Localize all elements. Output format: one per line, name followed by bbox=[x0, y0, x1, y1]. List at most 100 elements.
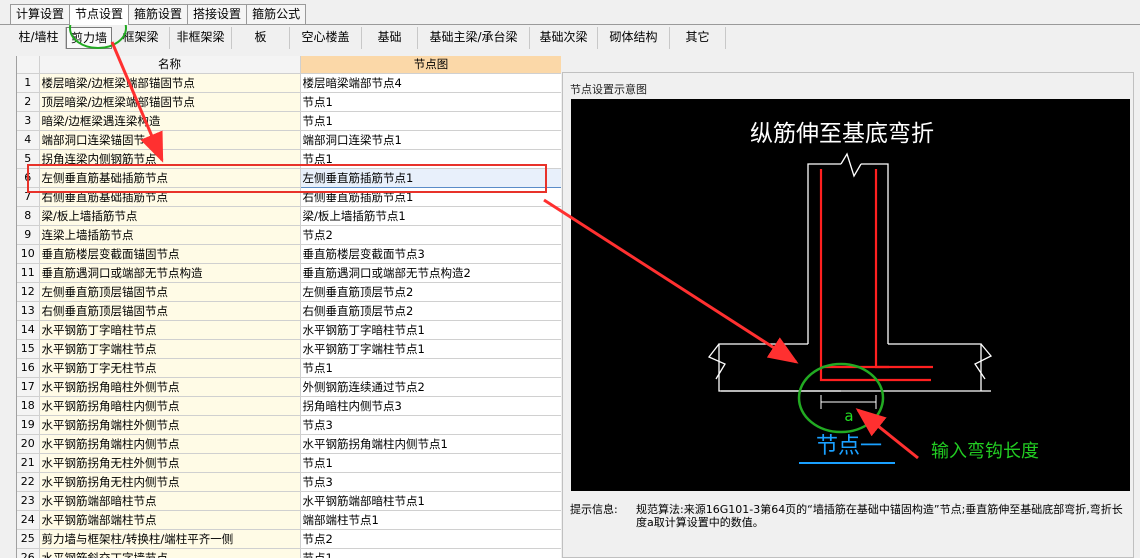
sub-tab-4[interactable]: 板 bbox=[232, 27, 290, 49]
row-node[interactable]: 节点1 bbox=[300, 92, 561, 112]
sub-tab-1[interactable]: 剪力墙 bbox=[66, 27, 112, 49]
row-node[interactable]: 左侧垂直筋插筋节点1 bbox=[299, 167, 561, 188]
row-node[interactable]: 水平钢筋丁字暗柱节点1 bbox=[300, 320, 561, 340]
table-row[interactable]: 18 水平钢筋拐角暗柱内侧节点 拐角暗柱内侧节点3 bbox=[17, 396, 561, 416]
table-row[interactable]: 3 暗梁/边框梁遇连梁构造 节点1 bbox=[17, 111, 561, 131]
row-node[interactable]: 节点2 bbox=[300, 529, 561, 549]
table-row[interactable]: 5 拐角连梁内侧钢筋节点 节点1 bbox=[17, 149, 561, 169]
sub-tab-0[interactable]: 柱/墙柱 bbox=[12, 27, 66, 49]
row-node[interactable]: 水平钢筋拐角端柱内侧节点1 bbox=[300, 434, 561, 454]
table-row[interactable]: 11 垂直筋遇洞口或端部无节点构造 垂直筋遇洞口或端部无节点构造2 bbox=[17, 263, 561, 283]
row-node[interactable]: 端部洞口连梁节点1 bbox=[300, 130, 561, 150]
table-row[interactable]: 24 水平钢筋端部端柱节点 端部端柱节点1 bbox=[17, 510, 561, 530]
row-name[interactable]: 水平钢筋拐角无柱外侧节点 bbox=[39, 453, 301, 473]
column-header-node[interactable]: 节点图 bbox=[300, 56, 561, 74]
table-row[interactable]: 14 水平钢筋丁字暗柱节点 水平钢筋丁字暗柱节点1 bbox=[17, 320, 561, 340]
table-row[interactable]: 10 垂直筋楼层变截面锚固节点 垂直筋楼层变截面节点3 bbox=[17, 244, 561, 264]
row-name[interactable]: 垂直筋遇洞口或端部无节点构造 bbox=[39, 263, 301, 283]
row-name[interactable]: 水平钢筋斜交丁字墙节点 bbox=[39, 548, 301, 558]
row-name[interactable]: 垂直筋楼层变截面锚固节点 bbox=[39, 244, 301, 264]
row-name[interactable]: 右侧垂直筋基础插筋节点 bbox=[39, 187, 301, 207]
row-node[interactable]: 节点1 bbox=[300, 453, 561, 473]
row-node[interactable]: 节点1 bbox=[300, 149, 561, 169]
table-row[interactable]: 21 水平钢筋拐角无柱外侧节点 节点1 bbox=[17, 453, 561, 473]
sub-tab-6[interactable]: 基础 bbox=[362, 27, 418, 49]
row-name[interactable]: 顶层暗梁/边框梁端部锚固节点 bbox=[39, 92, 301, 112]
table-row[interactable]: 20 水平钢筋拐角端柱内侧节点 水平钢筋拐角端柱内侧节点1 bbox=[17, 434, 561, 454]
row-name[interactable]: 水平钢筋丁字无柱节点 bbox=[39, 358, 301, 378]
main-tab-0[interactable]: 计算设置 bbox=[10, 4, 71, 24]
table-row[interactable]: 8 梁/板上墙插筋节点 梁/板上墙插筋节点1 bbox=[17, 206, 561, 226]
table-row[interactable]: 7 右侧垂直筋基础插筋节点 右侧垂直筋插筋节点1 bbox=[17, 187, 561, 207]
table-row[interactable]: 25 剪力墙与框架柱/转换柱/端柱平齐一侧 节点2 bbox=[17, 529, 561, 549]
sub-tab-2[interactable]: 框架梁 bbox=[112, 27, 170, 49]
table-row[interactable]: 15 水平钢筋丁字端柱节点 水平钢筋丁字端柱节点1 bbox=[17, 339, 561, 359]
row-node[interactable]: 节点2 bbox=[300, 225, 561, 245]
hint-text: 规范算法:来源16G101-3第64页的“墙插筋在基础中锚固构造”节点;垂直筋伸… bbox=[636, 503, 1123, 529]
row-name[interactable]: 左侧垂直筋顶层锚固节点 bbox=[39, 282, 301, 302]
row-name[interactable]: 剪力墙与框架柱/转换柱/端柱平齐一侧 bbox=[39, 529, 301, 549]
row-node[interactable]: 右侧垂直筋插筋节点1 bbox=[300, 187, 561, 207]
row-node[interactable]: 垂直筋遇洞口或端部无节点构造2 bbox=[300, 263, 561, 283]
node-settings-grid[interactable]: 名称 节点图 1 楼层暗梁/边框梁端部锚固节点 楼层暗梁端部节点4 2 顶层暗梁/边框梁… bbox=[16, 56, 561, 558]
table-row[interactable]: 22 水平钢筋拐角无柱内侧节点 节点3 bbox=[17, 472, 561, 492]
row-name[interactable]: 左侧垂直筋基础插筋节点 bbox=[39, 168, 301, 188]
row-node[interactable]: 节点3 bbox=[300, 472, 561, 492]
row-name[interactable]: 水平钢筋丁字暗柱节点 bbox=[39, 320, 301, 340]
sub-tab-5[interactable]: 空心楼盖 bbox=[290, 27, 362, 49]
row-name[interactable]: 水平钢筋拐角端柱外侧节点 bbox=[39, 415, 301, 435]
table-row[interactable]: 6 左侧垂直筋基础插筋节点 左侧垂直筋插筋节点1 bbox=[17, 167, 561, 188]
row-name[interactable]: 水平钢筋拐角暗柱内侧节点 bbox=[39, 396, 301, 416]
table-row[interactable]: 2 顶层暗梁/边框梁端部锚固节点 节点1 bbox=[17, 92, 561, 112]
row-node[interactable]: 外侧钢筋连续通过节点2 bbox=[300, 377, 561, 397]
row-name[interactable]: 暗梁/边框梁遇连梁构造 bbox=[39, 111, 301, 131]
row-name[interactable]: 水平钢筋拐角端柱内侧节点 bbox=[39, 434, 301, 454]
table-row[interactable]: 26 水平钢筋斜交丁字墙节点 节点1 bbox=[17, 548, 561, 558]
row-name[interactable]: 水平钢筋丁字端柱节点 bbox=[39, 339, 301, 359]
row-node[interactable]: 节点3 bbox=[300, 415, 561, 435]
row-node[interactable]: 节点1 bbox=[300, 111, 561, 131]
row-number: 6 bbox=[17, 168, 40, 188]
table-row[interactable]: 19 水平钢筋拐角端柱外侧节点 节点3 bbox=[17, 415, 561, 435]
sub-tab-3[interactable]: 非框架梁 bbox=[170, 27, 232, 49]
table-row[interactable]: 1 楼层暗梁/边框梁端部锚固节点 楼层暗梁端部节点4 bbox=[17, 73, 561, 93]
table-row[interactable]: 23 水平钢筋端部暗柱节点 水平钢筋端部暗柱节点1 bbox=[17, 491, 561, 511]
table-row[interactable]: 13 右侧垂直筋顶层锚固节点 右侧垂直筋顶层节点2 bbox=[17, 301, 561, 321]
row-name[interactable]: 水平钢筋拐角暗柱外侧节点 bbox=[39, 377, 301, 397]
row-node[interactable]: 水平钢筋端部暗柱节点1 bbox=[300, 491, 561, 511]
main-tab-4[interactable]: 箍筋公式 bbox=[246, 4, 307, 24]
sub-tab-7[interactable]: 基础主梁/承台梁 bbox=[418, 27, 530, 49]
main-tab-1[interactable]: 节点设置 bbox=[69, 4, 130, 25]
row-name[interactable]: 水平钢筋端部端柱节点 bbox=[39, 510, 301, 530]
row-name[interactable]: 右侧垂直筋顶层锚固节点 bbox=[39, 301, 301, 321]
table-row[interactable]: 17 水平钢筋拐角暗柱外侧节点 外侧钢筋连续通过节点2 bbox=[17, 377, 561, 397]
main-tab-2[interactable]: 箍筋设置 bbox=[128, 4, 189, 24]
table-row[interactable]: 9 连梁上墙插筋节点 节点2 bbox=[17, 225, 561, 245]
row-node[interactable]: 节点1 bbox=[300, 358, 561, 378]
row-node[interactable]: 垂直筋楼层变截面节点3 bbox=[300, 244, 561, 264]
row-node[interactable]: 梁/板上墙插筋节点1 bbox=[300, 206, 561, 226]
row-node[interactable]: 楼层暗梁端部节点4 bbox=[300, 73, 561, 93]
row-node[interactable]: 端部端柱节点1 bbox=[300, 510, 561, 530]
row-node[interactable]: 拐角暗柱内侧节点3 bbox=[300, 396, 561, 416]
main-tab-3[interactable]: 搭接设置 bbox=[187, 4, 248, 24]
sub-tab-8[interactable]: 基础次梁 bbox=[530, 27, 598, 49]
row-node[interactable]: 节点1 bbox=[300, 548, 561, 558]
row-name[interactable]: 水平钢筋端部暗柱节点 bbox=[39, 491, 301, 511]
row-name[interactable]: 水平钢筋拐角无柱内侧节点 bbox=[39, 472, 301, 492]
sub-tab-9[interactable]: 砌体结构 bbox=[598, 27, 670, 49]
table-row[interactable]: 4 端部洞口连梁锚固节点 端部洞口连梁节点1 bbox=[17, 130, 561, 150]
hint-area: 提示信息: 规范算法:来源16G101-3第64页的“墙插筋在基础中锚固构造”节… bbox=[570, 503, 1128, 529]
row-name[interactable]: 楼层暗梁/边框梁端部锚固节点 bbox=[39, 73, 301, 93]
row-node[interactable]: 水平钢筋丁字端柱节点1 bbox=[300, 339, 561, 359]
table-row[interactable]: 16 水平钢筋丁字无柱节点 节点1 bbox=[17, 358, 561, 378]
sub-tab-10[interactable]: 其它 bbox=[670, 27, 726, 49]
row-name[interactable]: 连梁上墙插筋节点 bbox=[39, 225, 301, 245]
column-header-name[interactable]: 名称 bbox=[39, 56, 301, 74]
row-node[interactable]: 左侧垂直筋顶层节点2 bbox=[300, 282, 561, 302]
row-node[interactable]: 右侧垂直筋顶层节点2 bbox=[300, 301, 561, 321]
row-name[interactable]: 拐角连梁内侧钢筋节点 bbox=[39, 149, 301, 169]
table-row[interactable]: 12 左侧垂直筋顶层锚固节点 左侧垂直筋顶层节点2 bbox=[17, 282, 561, 302]
row-name[interactable]: 端部洞口连梁锚固节点 bbox=[39, 130, 301, 150]
row-name[interactable]: 梁/板上墙插筋节点 bbox=[39, 206, 301, 226]
